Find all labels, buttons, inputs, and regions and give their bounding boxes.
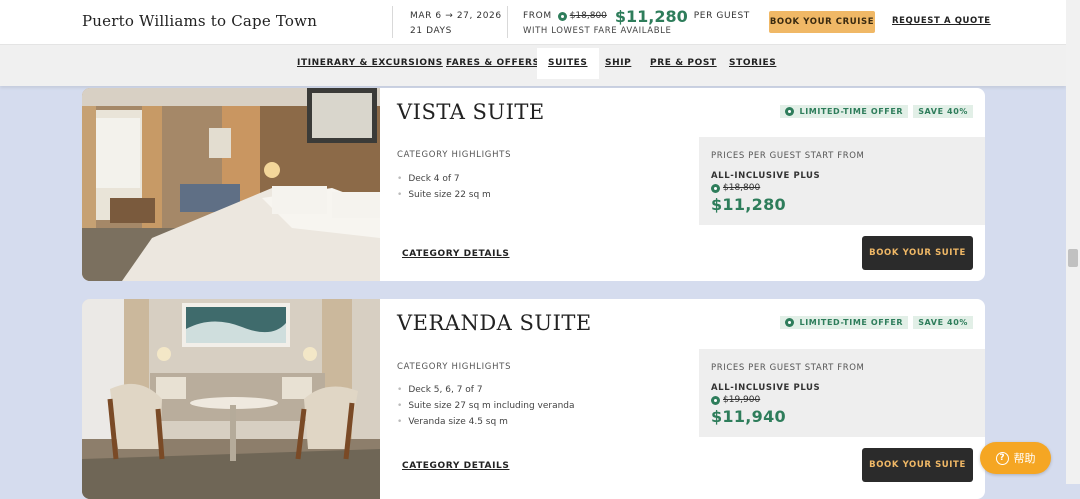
date-range: MAR 6 → 27, 2026: [410, 11, 502, 21]
offer-icon: [784, 107, 794, 116]
tab-suites[interactable]: SUITES: [537, 48, 599, 79]
limited-offer-badge: LIMITED-TIME OFFER: [779, 105, 909, 118]
highlights-label: CATEGORY HIGHLIGHTS: [397, 150, 512, 160]
price-panel: PRICES PER GUEST START FROM ALL-INCLUSIV…: [699, 137, 985, 225]
tab-itinerary[interactable]: ITINERARY & EXCURSIONS: [297, 58, 443, 68]
help-button[interactable]: ? 帮助: [980, 442, 1051, 474]
tab-pre-post[interactable]: PRE & POST: [650, 58, 717, 68]
save-badge: SAVE 40%: [913, 105, 973, 118]
list-item: Veranda size 4.5 sq m: [397, 414, 575, 430]
fare-tier: ALL-INCLUSIVE PLUS: [711, 383, 821, 393]
book-suite-button[interactable]: BOOK YOUR SUITE: [862, 448, 973, 482]
list-item: Deck 5, 6, 7 of 7: [397, 382, 575, 398]
offer-badges: LIMITED-TIME OFFER SAVE 40%: [779, 316, 973, 329]
highlights-list: Deck 4 of 7 Suite size 22 sq m: [397, 171, 491, 203]
offer-badges: LIMITED-TIME OFFER SAVE 40%: [779, 105, 973, 118]
cruise-header: Puerto Williams to Cape Town MAR 6 → 27,…: [0, 0, 1066, 45]
offer-price: $11,280: [711, 195, 786, 214]
fare-tier: ALL-INCLUSIVE PLUS: [711, 171, 821, 181]
tab-stories[interactable]: STORIES: [729, 58, 776, 68]
book-cruise-button[interactable]: BOOK YOUR CRUISE: [769, 11, 875, 33]
old-price: $18,800: [723, 183, 761, 193]
limited-offer-badge: LIMITED-TIME OFFER: [779, 316, 909, 329]
category-details-link[interactable]: CATEGORY DETAILS: [402, 461, 509, 471]
trip-title: Puerto Williams to Cape Town: [82, 12, 318, 30]
offer-icon: [784, 318, 794, 327]
divider: [392, 6, 393, 38]
suite-photo: [82, 88, 380, 281]
highlights-list: Deck 5, 6, 7 of 7 Suite size 27 sq m inc…: [397, 382, 575, 430]
limited-offer-text: LIMITED-TIME OFFER: [799, 318, 904, 327]
prices-label: PRICES PER GUEST START FROM: [711, 363, 865, 373]
tab-ship[interactable]: SHIP: [605, 58, 631, 68]
suite-photo: [82, 299, 380, 499]
category-details-link[interactable]: CATEGORY DETAILS: [402, 249, 509, 259]
section-nav: ITINERARY & EXCURSIONS FARES & OFFERS SU…: [0, 45, 1066, 86]
question-circle-icon: ?: [995, 451, 1009, 465]
suite-card-vista: VISTA SUITE LIMITED-TIME OFFER SAVE 40% …: [82, 88, 985, 281]
old-price: $19,900: [723, 395, 761, 405]
help-label: 帮助: [1013, 452, 1036, 465]
request-quote-link[interactable]: REQUEST A QUOTE: [892, 16, 991, 26]
from-label: FROM: [523, 11, 552, 21]
offer-icon: [711, 395, 720, 405]
offer-price: $11,940: [711, 407, 786, 426]
highlights-label: CATEGORY HIGHLIGHTS: [397, 362, 512, 372]
old-price-row: $19,900: [711, 395, 760, 405]
offer-icon: [557, 11, 567, 21]
prices-label: PRICES PER GUEST START FROM: [711, 151, 865, 161]
per-guest-label: PER GUEST: [693, 11, 750, 21]
from-price: $11,280: [614, 6, 688, 26]
price-panel: PRICES PER GUEST START FROM ALL-INCLUSIV…: [699, 349, 985, 437]
list-item: Suite size 27 sq m including veranda: [397, 398, 574, 414]
tab-fares[interactable]: FARES & OFFERS: [446, 58, 540, 68]
limited-offer-text: LIMITED-TIME OFFER: [799, 107, 904, 116]
from-old-price: $18,800: [569, 11, 607, 21]
save-badge: SAVE 40%: [913, 316, 973, 329]
from-price-block: FROM $18,800 $11,280 PER GUEST WITH LOWE…: [523, 6, 750, 37]
list-item: Deck 4 of 7: [397, 171, 491, 187]
offer-icon: [711, 183, 720, 193]
old-price-row: $18,800: [711, 183, 760, 193]
list-item: Suite size 22 sq m: [397, 187, 491, 203]
suite-name: VERANDA SUITE: [397, 311, 592, 335]
trip-duration: 21 DAYS: [410, 26, 452, 36]
suite-card-veranda: VERANDA SUITE LIMITED-TIME OFFER SAVE 40…: [82, 299, 985, 499]
lowest-fare-note: WITH LOWEST FARE AVAILABLE: [523, 26, 672, 36]
trip-dates: MAR 6 → 27, 2026 21 DAYS: [410, 9, 502, 39]
scrollbar-thumb[interactable]: [1068, 249, 1078, 267]
suite-name: VISTA SUITE: [397, 100, 545, 124]
divider: [507, 6, 508, 38]
book-suite-button[interactable]: BOOK YOUR SUITE: [862, 236, 973, 270]
page-scrollbar[interactable]: [1066, 0, 1080, 484]
